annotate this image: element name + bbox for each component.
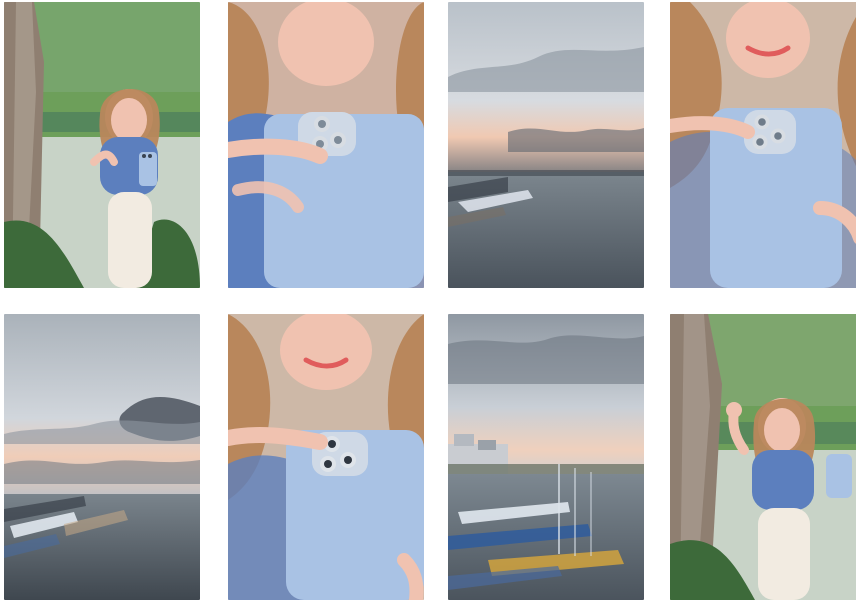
photo-woman-phone-closeup: [670, 2, 856, 288]
photo-woman-waving-tree: [670, 314, 856, 600]
photo-harbor-sunset: [448, 2, 644, 288]
photo-woman-phone-closeup-2: [228, 314, 424, 600]
photo-tile-7[interactable]: [448, 314, 644, 600]
photo-tile-6[interactable]: [228, 314, 424, 600]
photo-phone-closeup: [228, 2, 424, 288]
photo-woman-tree: [4, 2, 200, 288]
photo-tile-3[interactable]: [448, 2, 644, 288]
photo-tile-5[interactable]: [4, 314, 200, 600]
photo-harbor-boats: [448, 314, 644, 600]
photo-harbor-clouds: [4, 314, 200, 600]
image-grid: [0, 0, 856, 600]
photo-tile-4[interactable]: [670, 2, 856, 288]
photo-tile-8[interactable]: [670, 314, 856, 600]
photo-tile-2[interactable]: [228, 2, 424, 288]
photo-tile-1[interactable]: [4, 2, 200, 288]
